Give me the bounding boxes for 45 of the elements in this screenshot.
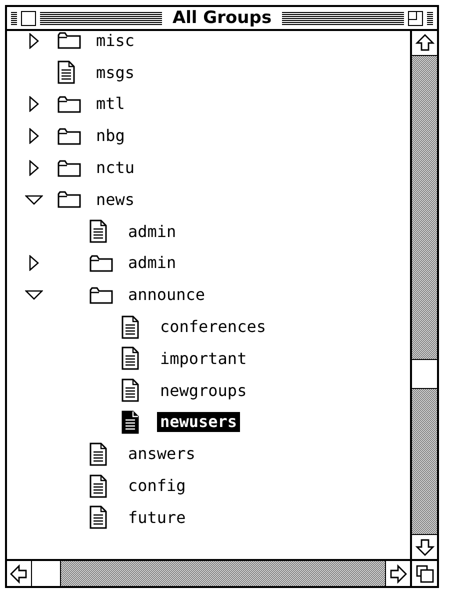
tree-item[interactable]: answers bbox=[125, 444, 198, 464]
document-icon bbox=[121, 410, 140, 435]
folder-icon bbox=[57, 126, 82, 146]
disclosure-triangle-icon[interactable] bbox=[25, 289, 43, 302]
title-bar-stripes bbox=[427, 12, 434, 24]
document-icon bbox=[121, 314, 140, 340]
tree-item[interactable]: conferences bbox=[157, 317, 269, 338]
tree-item[interactable]: admin bbox=[125, 222, 180, 242]
disclosure-triangle-icon[interactable] bbox=[28, 96, 40, 112]
tree-item[interactable]: nbg bbox=[93, 126, 128, 146]
disclosure-triangle-icon[interactable] bbox=[28, 255, 40, 272]
disclosure-triangle-icon[interactable] bbox=[28, 32, 40, 49]
tree-item[interactable]: misc bbox=[93, 31, 138, 51]
folder-icon bbox=[57, 190, 82, 210]
folder-icon bbox=[57, 94, 82, 114]
document-icon bbox=[89, 505, 108, 530]
document-icon bbox=[89, 474, 108, 499]
disclosure-triangle-icon[interactable] bbox=[28, 128, 40, 144]
tree-item[interactable]: admin bbox=[125, 253, 180, 274]
folder-icon bbox=[89, 254, 114, 273]
tree-item[interactable]: mtl bbox=[93, 94, 128, 114]
tree-item[interactable]: msgs bbox=[93, 62, 138, 83]
title-bar-stripes bbox=[11, 12, 17, 24]
tree-item[interactable]: nctu bbox=[93, 158, 138, 178]
folder-icon bbox=[57, 158, 82, 178]
close-box[interactable] bbox=[21, 10, 36, 26]
document-icon bbox=[89, 442, 108, 467]
tree-item[interactable]: important bbox=[157, 348, 250, 369]
disclosure-triangle-icon[interactable] bbox=[25, 194, 43, 206]
document-icon bbox=[121, 378, 140, 404]
disclosure-triangle-icon[interactable] bbox=[28, 160, 40, 176]
tree-item[interactable]: future bbox=[125, 508, 189, 528]
tree-item[interactable]: news bbox=[93, 190, 138, 210]
tree-item[interactable]: newgroups bbox=[157, 380, 250, 401]
tree-item[interactable]: config bbox=[125, 476, 189, 496]
scroll-thumb[interactable] bbox=[412, 359, 437, 389]
tree-item[interactable]: newusers bbox=[157, 412, 240, 432]
folder-icon bbox=[89, 286, 114, 305]
window-title: All Groups bbox=[171, 8, 273, 28]
vertical-scrollbar[interactable] bbox=[410, 31, 437, 559]
document-icon bbox=[121, 346, 140, 372]
document-icon bbox=[57, 60, 76, 86]
tree-item[interactable]: announce bbox=[125, 285, 208, 306]
document-icon bbox=[89, 219, 108, 244]
zoom-box[interactable] bbox=[408, 10, 424, 26]
